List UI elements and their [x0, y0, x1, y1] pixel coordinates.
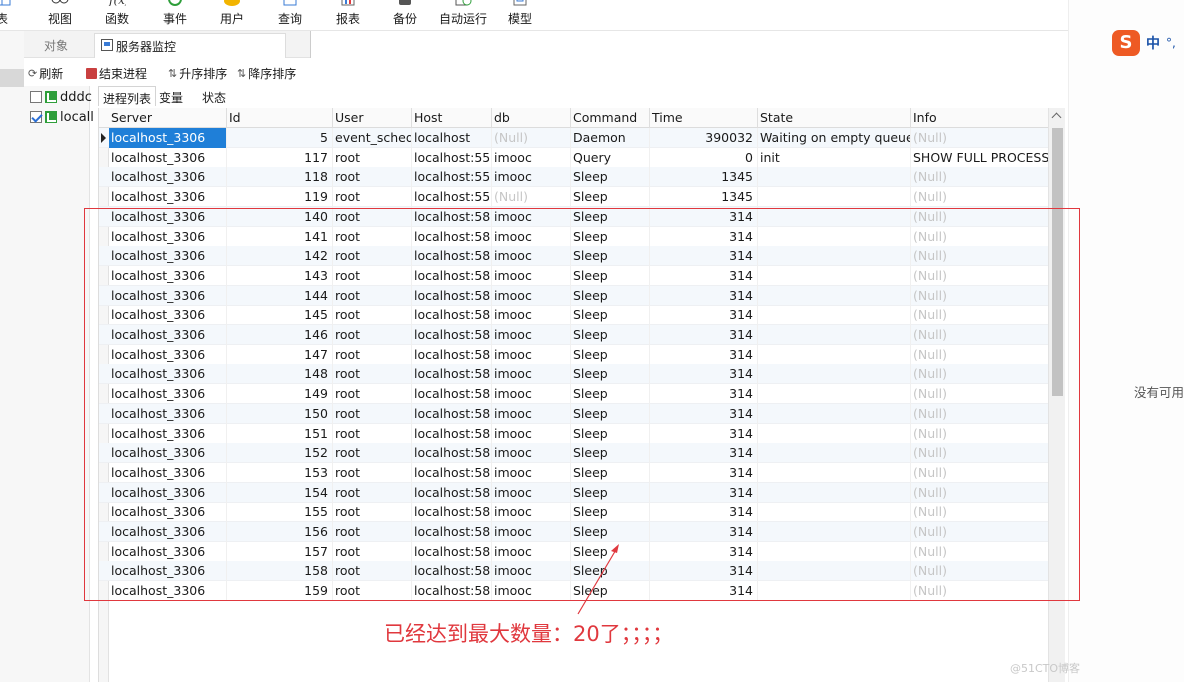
annotation-text: 已经达到最大数量：20了；；；；	[384, 622, 674, 646]
app-window: 表 视图 f(x) 函数 事件 用户 查询 报表 备份	[0, 0, 1184, 682]
watermark: @51CTO博客	[1010, 662, 1081, 675]
annotation-arrow	[577, 544, 619, 615]
